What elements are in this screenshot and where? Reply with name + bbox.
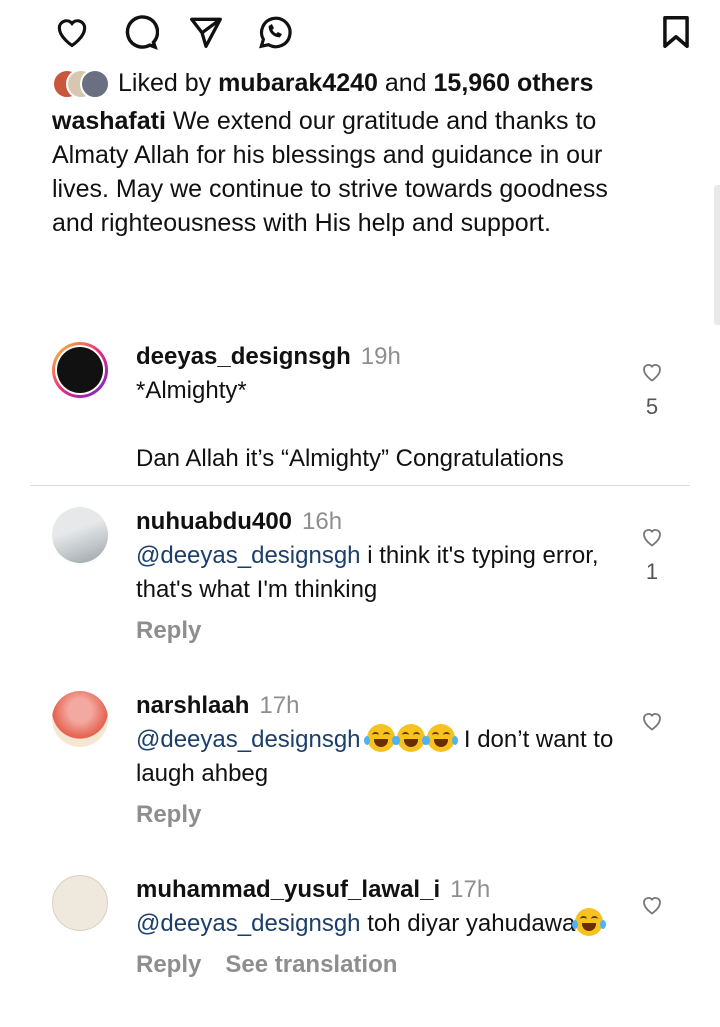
comment-mention[interactable]: @deeyas_designsgh [136,910,361,937]
reply-button[interactable]: Reply [136,951,201,978]
comment-like-button[interactable] [640,525,664,549]
like-button[interactable] [52,12,92,52]
share-button[interactable] [186,12,226,52]
liker-avatars [52,68,112,99]
comment-username[interactable]: nuhuabdu400 [136,508,292,535]
comment-username[interactable]: muhammad_yusuf_lawal_i [136,876,440,903]
bookmark-icon [663,16,689,48]
comment-text: toh diyar yahudawa [367,910,576,937]
avatar [80,69,110,99]
comment-like-count: 1 [645,559,659,584]
heart-icon [57,19,87,48]
comment-icon [125,15,159,50]
likes-prefix: Liked by [118,68,212,97]
likes-and: and [384,68,427,97]
comment-username[interactable]: narshlaah [136,692,249,719]
comment-mention[interactable]: @deeyas_designsgh [136,726,361,753]
comment-text: *Almighty* [136,377,247,404]
comment-like-button[interactable] [640,709,664,733]
heart-icon [643,897,661,915]
comment-like-count: 5 [645,394,659,419]
comment-mention[interactable]: @deeyas_designsgh [136,542,361,569]
laughing-emoji-icon [394,724,429,752]
likes-others[interactable]: 15,960 others [434,69,594,98]
heart-icon [643,364,661,382]
share-icon [190,17,222,48]
divider [30,485,690,486]
caption-username[interactable]: washafati [52,107,166,135]
comment-like-button[interactable] [640,893,664,917]
see-translation-button[interactable]: See translation [225,951,397,978]
laughing-emoji-icon [572,908,607,936]
avatar[interactable] [52,507,108,563]
whatsapp-icon [259,16,292,49]
reply-button[interactable]: Reply [136,801,201,828]
avatar[interactable] [52,875,108,931]
post-caption: washafati We extend our gratitude and th… [52,104,652,240]
liker-username[interactable]: mubarak4240 [218,69,378,98]
comment-username[interactable]: deeyas_designsgh [136,343,351,370]
comment-button[interactable] [120,12,160,52]
comment-like-button[interactable] [640,360,664,384]
avatar[interactable] [52,691,108,747]
comment-time: 17h [450,876,491,903]
avatar[interactable] [52,342,108,398]
likes-row[interactable]: Liked by mubarak4240 and 15,960 others [52,68,594,99]
reply-button[interactable]: Reply [136,617,201,644]
bookmark-button[interactable] [656,12,696,52]
laughing-emoji-icon [424,724,459,752]
laughing-emoji-icon [364,724,399,752]
comment-time: 16h [302,508,343,535]
heart-icon [643,713,661,731]
whatsapp-button[interactable] [254,12,294,52]
comment-time: 17h [259,692,300,719]
comment-text-line2: Dan Allah it’s “Almighty” Congratulation… [136,445,564,472]
post-action-bar [52,12,696,52]
heart-icon [643,529,661,547]
scrollbar[interactable] [714,185,720,325]
comment-time: 19h [360,343,401,370]
